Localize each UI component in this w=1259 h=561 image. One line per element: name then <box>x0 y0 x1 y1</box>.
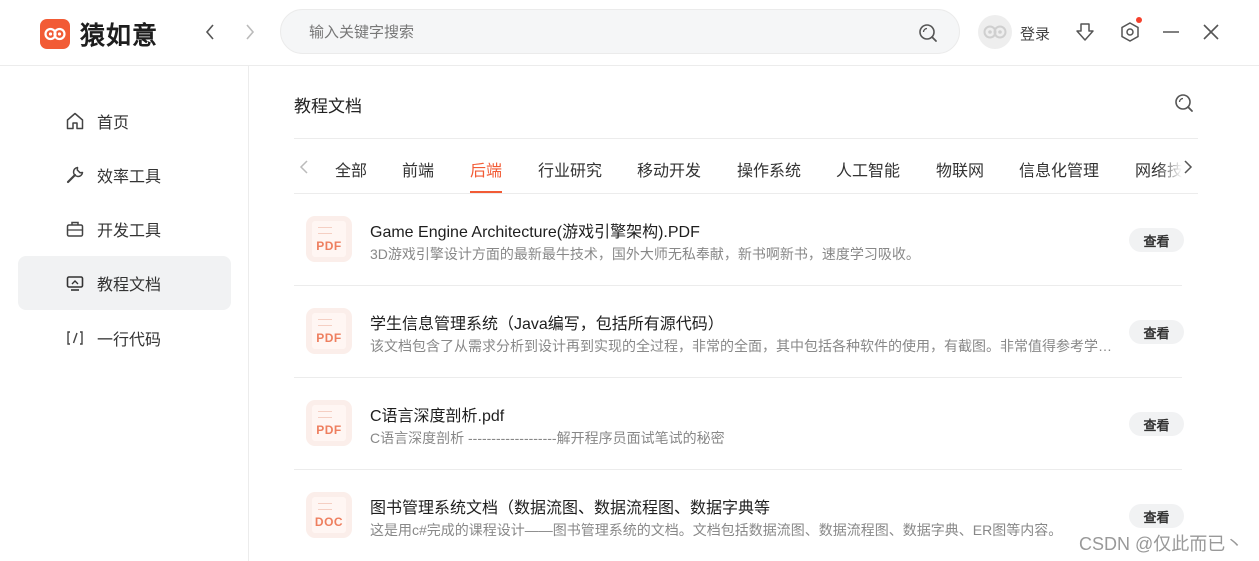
monitor-icon <box>64 272 86 294</box>
briefcase-icon <box>64 218 86 240</box>
minimize-icon[interactable] <box>1159 20 1183 44</box>
view-button[interactable]: 查看 <box>1129 320 1184 344</box>
tab-info-management[interactable]: 信息化管理 <box>1019 157 1099 193</box>
list-item[interactable]: PDF 学生信息管理系统（Java编写，包括所有源代码） 该文档包含了从需求分析… <box>294 286 1184 378</box>
forward-arrow-icon[interactable] <box>238 20 262 44</box>
settings-icon[interactable] <box>1118 17 1142 44</box>
search-box <box>280 9 960 54</box>
download-icon[interactable] <box>1073 20 1097 44</box>
watermark: CSDN @仅此而已丶 <box>1079 534 1244 554</box>
view-button[interactable]: 查看 <box>1129 412 1184 436</box>
close-icon[interactable] <box>1199 20 1223 44</box>
tab-frontend[interactable]: 前端 <box>402 157 434 193</box>
doc-title[interactable]: C语言深度剖析.pdf <box>370 402 504 426</box>
pdf-file-icon: PDF <box>306 308 352 354</box>
doc-title[interactable]: 学生信息管理系统（Java编写，包括所有源代码） <box>370 310 724 334</box>
search-icon[interactable] <box>917 22 939 44</box>
sidebar-item-dev-tools[interactable]: 开发工具 <box>18 202 231 256</box>
category-tabs: 全部 前端 后端 行业研究 移动开发 操作系统 人工智能 物联网 信息化管理 网… <box>294 140 1198 194</box>
back-arrow-icon[interactable] <box>198 20 222 44</box>
home-icon <box>64 110 86 132</box>
sidebar-item-label: 开发工具 <box>97 223 162 240</box>
sidebar-item-tutorial-docs[interactable]: 教程文档 <box>18 256 231 310</box>
sidebar-item-label: 教程文档 <box>97 277 162 294</box>
tab-operating-systems[interactable]: 操作系统 <box>737 157 801 193</box>
tab-backend[interactable]: 后端 <box>470 157 503 193</box>
chevron-right-icon[interactable] <box>1178 157 1198 177</box>
code-icon <box>64 327 86 349</box>
top-bar: 猿如意 登录 <box>0 0 1259 66</box>
page-title: 教程文档 <box>294 97 362 116</box>
doc-file-icon: DOC <box>306 492 352 538</box>
file-type-label: PDF <box>316 331 342 345</box>
doc-title[interactable]: 图书管理系统文档（数据流图、数据流程图、数据字典等 <box>370 494 770 518</box>
view-button[interactable]: 查看 <box>1129 504 1184 528</box>
brand-name: 猿如意 <box>80 22 159 50</box>
search-icon[interactable] <box>1173 92 1195 114</box>
sidebar-item-label: 一行代码 <box>97 332 162 349</box>
tab-industry-research[interactable]: 行业研究 <box>538 157 602 193</box>
brand[interactable]: 猿如意 <box>40 16 158 52</box>
file-type-label: PDF <box>316 239 342 253</box>
file-type-label: PDF <box>316 423 342 437</box>
notification-dot <box>1136 17 1142 23</box>
wrench-icon <box>64 164 86 186</box>
doc-description: C语言深度剖析 -------------------解开程序员面试笔试的秘密 <box>370 430 725 446</box>
sidebar-item-efficiency-tools[interactable]: 效率工具 <box>18 148 231 202</box>
tab-mobile-dev[interactable]: 移动开发 <box>637 157 701 193</box>
view-button[interactable]: 查看 <box>1129 228 1184 252</box>
avatar[interactable] <box>978 15 1012 49</box>
tab-all[interactable]: 全部 <box>335 157 367 193</box>
doc-description: 该文档包含了从需求分析到设计再到实现的全过程，非常的全面，其中包括各种软件的使用… <box>370 338 1115 354</box>
chevron-left-icon[interactable] <box>294 157 314 177</box>
list-item[interactable]: PDF C语言深度剖析.pdf C语言深度剖析 ----------------… <box>294 378 1184 470</box>
doc-title[interactable]: Game Engine Architecture(游戏引擎架构).PDF <box>370 218 700 242</box>
sidebar-item-label: 首页 <box>97 115 130 132</box>
sidebar-item-label: 效率工具 <box>97 169 162 186</box>
pdf-file-icon: PDF <box>306 400 352 446</box>
sidebar-item-home[interactable]: 首页 <box>18 94 231 148</box>
doc-description: 3D游戏引擎设计方面的最新最牛技术，国外大师无私奉献，新书啊新书，速度学习吸收。 <box>370 246 920 262</box>
divider <box>294 138 1198 139</box>
tab-iot[interactable]: 物联网 <box>936 157 984 193</box>
sidebar-item-one-line-code[interactable]: 一行代码 <box>18 311 231 365</box>
doc-description: 这是用c#完成的课程设计——图书管理系统的文档。文档包括数据流图、数据流程图、数… <box>370 522 1063 538</box>
brand-logo-icon <box>40 19 70 49</box>
list-item[interactable]: DOC 图书管理系统文档（数据流图、数据流程图、数据字典等 这是用c#完成的课程… <box>294 470 1184 561</box>
login-link[interactable]: 登录 <box>1020 23 1050 44</box>
tab-ai[interactable]: 人工智能 <box>836 157 900 193</box>
search-input[interactable] <box>309 21 899 43</box>
list-item[interactable]: PDF Game Engine Architecture(游戏引擎架构).PDF… <box>294 194 1184 286</box>
file-type-label: DOC <box>314 515 344 529</box>
pdf-file-icon: PDF <box>306 216 352 262</box>
sidebar: 首页 效率工具 开发工具 教程文档 一行代码 <box>0 66 249 561</box>
